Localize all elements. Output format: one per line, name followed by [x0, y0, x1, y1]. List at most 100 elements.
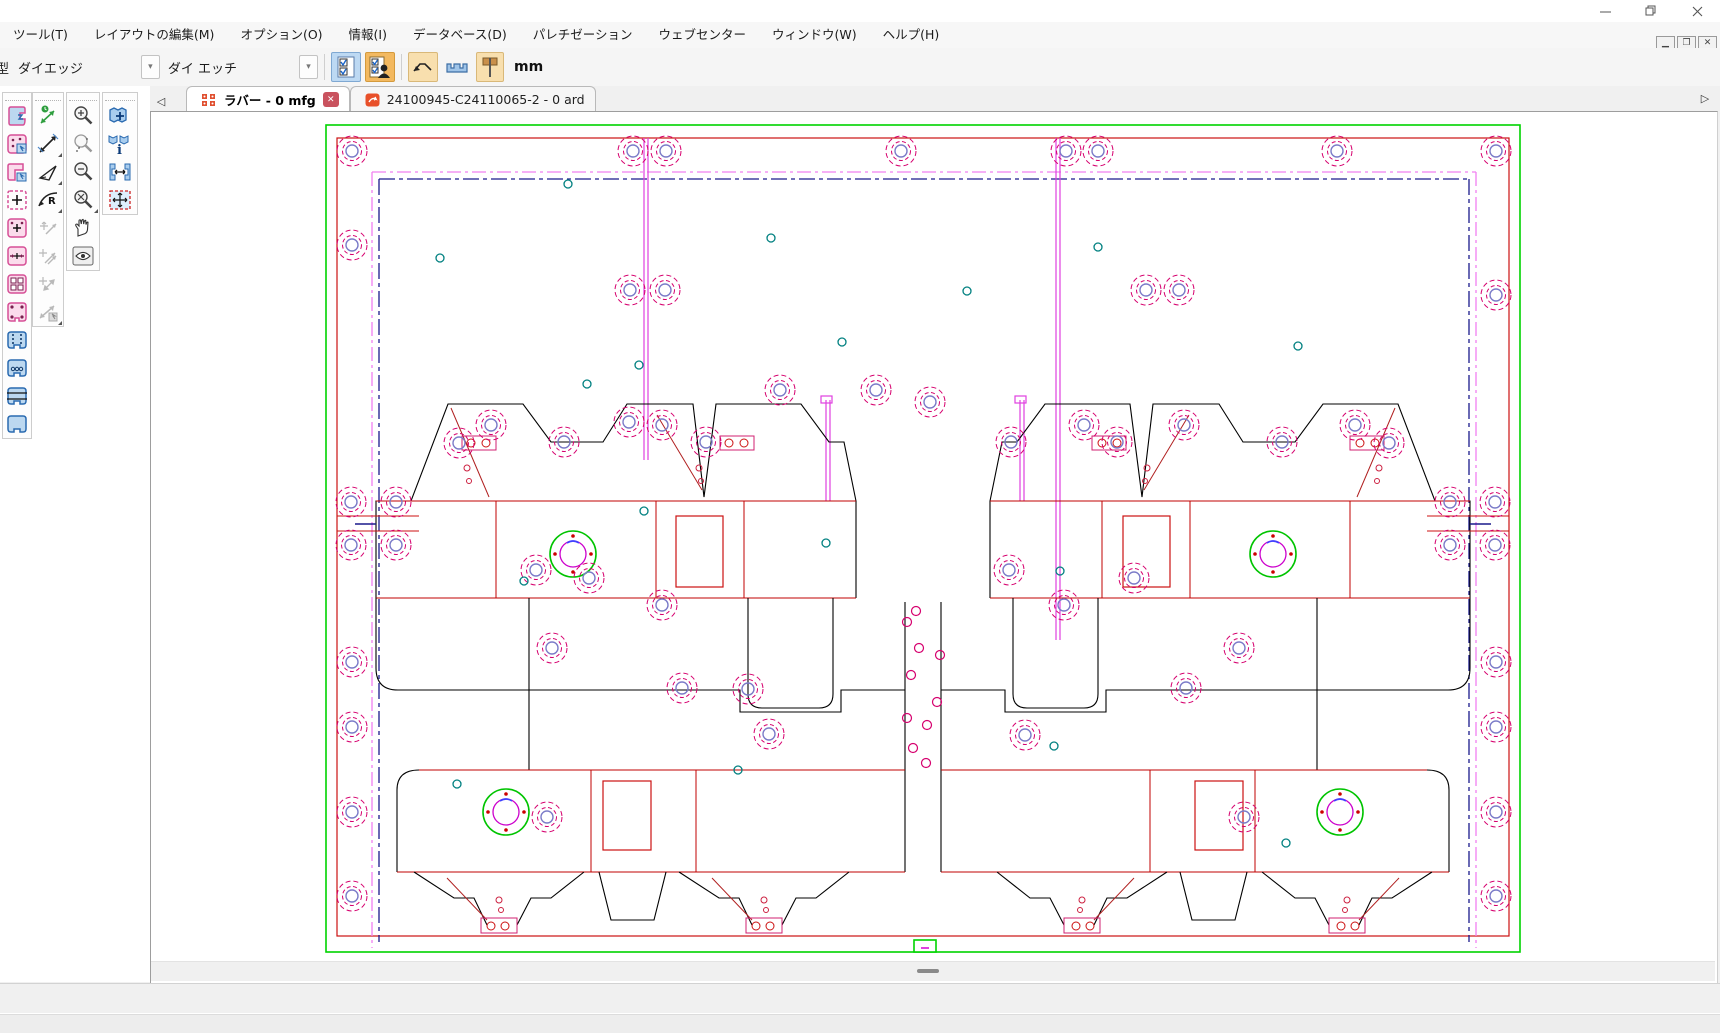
reference-dot [635, 361, 643, 369]
tool-rubber-panels[interactable] [3, 270, 31, 298]
menu-palletization[interactable]: パレチゼーション [520, 22, 646, 48]
tool-zoom-extents[interactable] [67, 186, 99, 214]
tool-move-flash[interactable] [33, 298, 63, 326]
bolt-hole [614, 407, 644, 437]
toolbox-group-zoom [66, 92, 100, 271]
menu-edit-layout[interactable]: レイアウトの編集(M) [81, 22, 228, 48]
menu-options[interactable]: オプション(O) [227, 22, 335, 48]
window-restore-button[interactable] [1628, 0, 1674, 22]
bolt-hole [886, 136, 916, 166]
window-close-button[interactable] [1674, 0, 1720, 22]
reference-dot [822, 539, 830, 547]
reference-dot [520, 577, 528, 585]
horizontal-scrollbar[interactable] [151, 961, 1715, 981]
bolt-hole [1069, 410, 1099, 440]
menu-webcenter[interactable]: ウェブセンター [646, 22, 760, 48]
svg-text:R: R [48, 196, 56, 207]
tool-measure-distance[interactable] [33, 130, 63, 158]
bolt-hole [1435, 487, 1465, 517]
die-etch-combo-value[interactable]: ダイ エッチ [168, 58, 237, 77]
center-strip-holes [903, 607, 945, 768]
svg-text:i: i [117, 143, 122, 156]
bolt-hole [336, 530, 366, 560]
menu-info[interactable]: 情報(I) [336, 22, 400, 48]
tool-move-copy[interactable] [33, 214, 63, 242]
tab-ard-design[interactable]: 24100945-C24110065-2 - 0 ard [350, 86, 596, 112]
bolt-hole [1131, 275, 1161, 305]
bolt-hole [1049, 590, 1079, 620]
bolt-hole [537, 633, 567, 663]
tool-rubber-add-holes[interactable] [3, 214, 31, 242]
tab-rubber-mfg[interactable]: ラバー - 0 mfg ✕ [186, 86, 350, 112]
scrollbar-thumb[interactable] [917, 969, 939, 973]
bolt-hole [1481, 797, 1511, 827]
checklist-user-icon [369, 56, 391, 78]
tool-sheet-resize[interactable] [103, 186, 137, 214]
menu-bar: ツール(T) レイアウトの編集(M) オプション(O) 情報(I) データベース… [0, 22, 1720, 49]
strip-hole [936, 651, 945, 660]
drawing-canvas[interactable] [151, 112, 1715, 961]
tool-counter-holes[interactable] [3, 354, 31, 382]
toolbar-gripper[interactable] [5, 94, 29, 101]
tool-measure-time-arrow[interactable] [33, 102, 63, 130]
bolt-hole [1480, 530, 1510, 560]
bolt-hole [381, 487, 411, 517]
tool-pan-hand[interactable] [67, 214, 99, 242]
tool-preview-eye[interactable] [67, 242, 99, 270]
toolbar-gripper[interactable] [105, 94, 135, 101]
toolbar-gripper[interactable] [35, 94, 61, 101]
checklist-toggle-button[interactable] [331, 52, 361, 82]
bolt-hole [1083, 136, 1113, 166]
tool-counter-slot[interactable] [3, 326, 31, 354]
tool-rubber-strip[interactable] [3, 158, 31, 186]
bolt-hole [1481, 136, 1511, 166]
toolbar-separator [401, 54, 402, 80]
toolbar-gripper[interactable] [69, 94, 97, 101]
menu-tools[interactable]: ツール(T) [0, 22, 81, 48]
tab-close-button[interactable]: ✕ [323, 92, 339, 107]
menu-database[interactable]: データベース(D) [400, 22, 520, 48]
tool-rubber-pair[interactable] [3, 298, 31, 326]
tool-rubber-edge[interactable] [3, 102, 31, 130]
zigzag-direction-button[interactable] [408, 52, 438, 82]
title-bar [0, 0, 1720, 22]
bolt-hole [337, 797, 367, 827]
tool-zoom-in[interactable] [67, 102, 99, 130]
die-edge-combo-value[interactable]: ダイエッジ [18, 58, 83, 77]
reference-dot [1282, 839, 1290, 847]
tool-move-multi[interactable] [33, 242, 63, 270]
tool-counter-split[interactable] [3, 382, 31, 410]
tool-part-spacing[interactable] [103, 158, 137, 186]
toolbox-group-parts: i [102, 92, 138, 215]
reference-dot [436, 254, 444, 262]
window-minimize-button[interactable] [1582, 0, 1628, 22]
tool-rubber-add-area[interactable] [3, 186, 31, 214]
tab-label: 24100945-C24110065-2 - 0 ard [387, 92, 585, 107]
die-etch-combo-dropdown[interactable]: ▾ [299, 55, 318, 79]
menu-help[interactable]: ヘルプ(H) [870, 22, 953, 48]
tab-scroll-left-button[interactable]: ◁ [150, 90, 172, 112]
tab-scroll-right-button[interactable]: ▷ [1694, 87, 1716, 109]
tool-zoom-points[interactable] [67, 130, 99, 158]
tool-measure-radius[interactable]: R [33, 186, 63, 214]
bridge-tool-button[interactable] [442, 52, 472, 82]
bolt-hole [754, 719, 784, 749]
bolt-hole [1164, 275, 1194, 305]
reference-dot [583, 380, 591, 388]
tool-part-info[interactable]: i [103, 130, 137, 158]
tool-part-add[interactable] [103, 102, 137, 130]
bolt-hole [532, 802, 562, 832]
plumb-pin-button[interactable] [476, 52, 504, 82]
menu-window[interactable]: ウィンドウ(W) [759, 22, 870, 48]
bolt-hole [765, 375, 795, 405]
die-edge-combo-dropdown[interactable]: ▾ [141, 55, 160, 79]
tool-rubber-holes[interactable] [3, 130, 31, 158]
tool-move-align[interactable] [33, 270, 63, 298]
tool-counter-plain[interactable] [3, 410, 31, 438]
tool-rubber-join[interactable] [3, 242, 31, 270]
tool-zoom-out[interactable] [67, 158, 99, 186]
bolt-hole [667, 673, 697, 703]
checklist-user-toggle-button[interactable] [365, 52, 395, 82]
bolt-hole [1481, 280, 1511, 310]
tool-measure-angle[interactable] [33, 158, 63, 186]
